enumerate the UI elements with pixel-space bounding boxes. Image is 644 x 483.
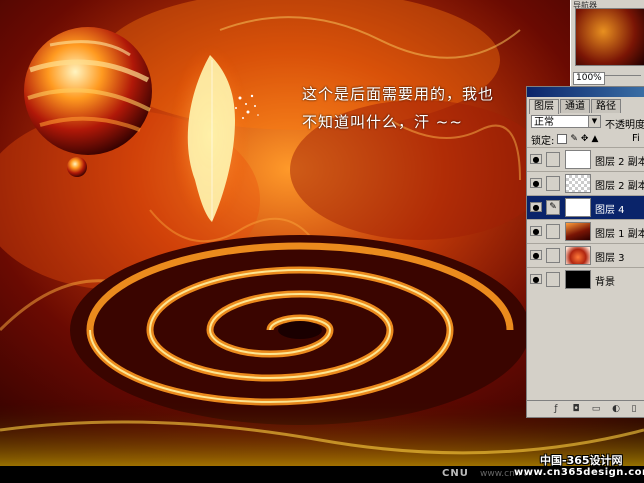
layer-name: 图层 2 副本 xyxy=(595,181,644,192)
layer-thumbnail xyxy=(565,174,591,193)
brush-icon[interactable]: ✎ xyxy=(570,134,578,144)
panel-footer: ƒ ◘ ▭ ◐ ▯ xyxy=(527,400,644,417)
adjustment-icon[interactable]: ◐ xyxy=(611,404,621,414)
site-watermark-cn: 中国-365设计网 xyxy=(540,454,623,467)
panel-tabs: 图层 通道 路径 xyxy=(529,99,622,114)
lock-row: 锁定: ✎ ✥ ▲ xyxy=(531,133,598,147)
tab-layers[interactable]: 图层 xyxy=(529,99,559,114)
eye-icon[interactable]: ● xyxy=(530,202,542,212)
cnu-logo: CNU xyxy=(442,468,469,479)
zoom-slider[interactable] xyxy=(605,75,641,82)
eye-icon[interactable]: ● xyxy=(530,154,542,164)
trash-icon[interactable]: ▯ xyxy=(629,404,639,414)
layer-row[interactable]: ● 图层 1 副本 xyxy=(527,219,644,243)
planet-large xyxy=(24,27,152,155)
eye-icon[interactable]: ● xyxy=(530,250,542,260)
layer-thumbnail xyxy=(565,150,591,169)
layer-name: 背景 xyxy=(595,277,615,288)
mask-icon[interactable]: ◘ xyxy=(571,404,581,414)
link-box[interactable] xyxy=(546,248,560,263)
navigator-thumbnail[interactable] xyxy=(575,8,644,66)
layer-style-icon[interactable]: ƒ xyxy=(551,404,561,414)
chevron-down-icon[interactable]: ▼ xyxy=(588,116,600,127)
folder-icon[interactable]: ▭ xyxy=(591,404,601,414)
layer-row[interactable]: ● 图层 2 副本 xyxy=(527,147,644,171)
layers-list: ● 图层 2 副本 ● 图层 2 副本 ● ✎ 图层 4 ● 图层 1 副本 ● xyxy=(527,147,644,291)
zoom-field[interactable]: 100% xyxy=(573,72,605,85)
eye-icon[interactable]: ● xyxy=(530,178,542,188)
link-box[interactable] xyxy=(546,272,560,287)
opacity-label: 不透明度 xyxy=(605,120,644,131)
navigator-panel: 导航器 100% xyxy=(570,0,644,86)
layer-thumbnail xyxy=(565,198,591,217)
layer-row-selected[interactable]: ● ✎ 图层 4 xyxy=(527,195,644,219)
site-watermark-url: www.cn365design.com xyxy=(514,467,644,478)
fill-label: Fi xyxy=(632,133,640,144)
layer-name: 图层 2 副本 xyxy=(595,157,644,168)
blend-mode-value: 正常 xyxy=(534,117,554,128)
lock-icon[interactable]: ▲ xyxy=(591,134,598,144)
move-icon[interactable]: ✥ xyxy=(581,134,589,144)
panel-titlebar[interactable] xyxy=(527,87,644,97)
layer-name: 图层 4 xyxy=(595,205,625,216)
annotation-caption: 这个是后面需要用的，我也 不知道叫什么，汗 ~~ xyxy=(302,80,494,136)
tab-paths[interactable]: 路径 xyxy=(591,99,621,113)
layer-name: 图层 1 副本 xyxy=(595,229,644,240)
layer-name: 图层 3 xyxy=(595,253,625,264)
blend-mode-select[interactable]: 正常 ▼ xyxy=(531,115,601,128)
brush-icon[interactable]: ✎ xyxy=(546,200,560,215)
layer-row[interactable]: ● 背景 xyxy=(527,267,644,291)
layer-thumbnail xyxy=(565,270,591,289)
layer-thumbnail xyxy=(565,222,591,241)
layer-row[interactable]: ● 图层 2 副本 xyxy=(527,171,644,195)
lock-label: 锁定: xyxy=(531,135,555,147)
spiral-vortex xyxy=(70,235,530,425)
eye-icon[interactable]: ● xyxy=(530,226,542,236)
link-box[interactable] xyxy=(546,152,560,167)
lock-transparency-checkbox[interactable] xyxy=(557,134,568,144)
layer-row[interactable]: ● 图层 3 xyxy=(527,243,644,267)
link-box[interactable] xyxy=(546,176,560,191)
eye-icon[interactable]: ● xyxy=(530,274,542,284)
tab-channels[interactable]: 通道 xyxy=(560,99,590,113)
light-feather xyxy=(170,45,250,225)
planet-small xyxy=(67,157,87,177)
caption-line-2: 不知道叫什么，汗 ~~ xyxy=(302,113,463,131)
link-box[interactable] xyxy=(546,224,560,239)
layer-thumbnail xyxy=(565,246,591,265)
caption-line-1: 这个是后面需要用的，我也 xyxy=(302,85,495,103)
layers-panel: 图层 通道 路径 正常 ▼ 不透明度 锁定: ✎ ✥ ▲ Fi ● 图层 2 副… xyxy=(526,86,644,418)
